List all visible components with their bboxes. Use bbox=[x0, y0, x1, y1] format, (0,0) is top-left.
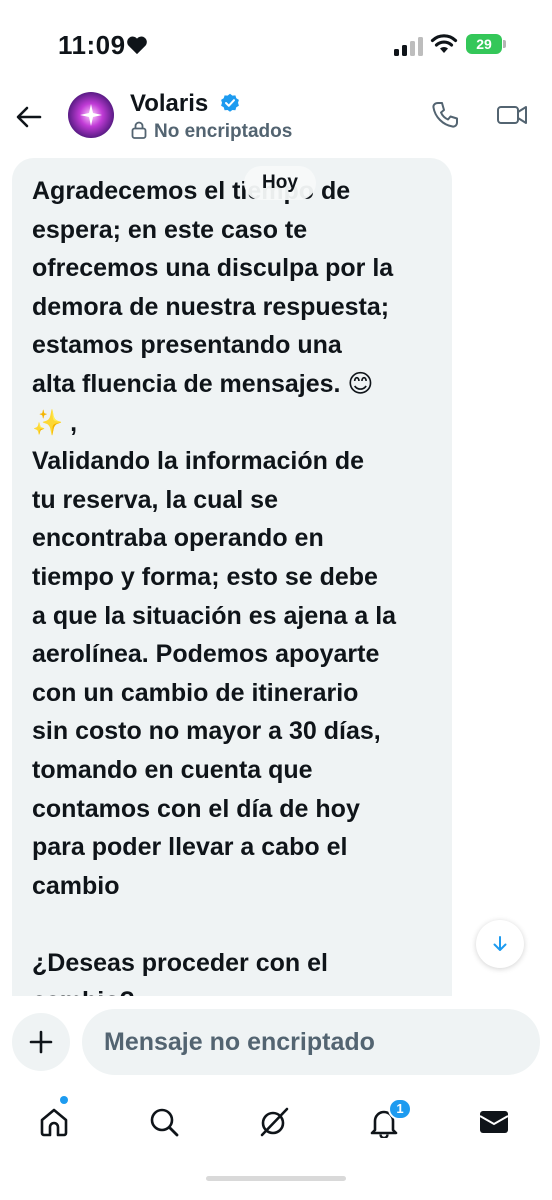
message-input[interactable] bbox=[82, 1009, 540, 1075]
search-icon bbox=[150, 1108, 179, 1137]
message-line: espera; en este caso te bbox=[32, 215, 308, 244]
message-line: sin costo no mayor a 30 días, bbox=[32, 717, 381, 746]
message-line: contamos con el día de hoy bbox=[32, 794, 360, 823]
video-camera-icon[interactable] bbox=[496, 100, 528, 130]
message-line: ofrecemos una disculpa por la bbox=[32, 254, 394, 283]
home-indicator bbox=[206, 1176, 346, 1181]
message-line: cambio? bbox=[32, 982, 434, 996]
status-time: 11:09 bbox=[58, 30, 126, 60]
back-arrow-icon[interactable] bbox=[14, 102, 44, 132]
conversation-header: Volaris No encriptados bbox=[0, 88, 552, 152]
message-line: a que la situación es ajena a la bbox=[32, 601, 397, 630]
message-line: con un cambio de itinerario bbox=[32, 678, 359, 707]
message-line: ✨ , bbox=[32, 408, 78, 437]
notifications-badge: 1 bbox=[388, 1098, 412, 1120]
message-line: encontraba operando en bbox=[32, 524, 324, 553]
wifi-icon bbox=[430, 34, 458, 53]
date-separator: Hoy bbox=[244, 166, 316, 200]
message-line: Agradecemos el tiempo de bbox=[32, 177, 351, 205]
message-line: demora de nuestra respuesta; bbox=[32, 292, 390, 321]
add-attachment-button[interactable] bbox=[12, 1013, 70, 1071]
message-line: tomando en cuenta que bbox=[32, 755, 313, 784]
grok-icon bbox=[260, 1107, 289, 1137]
nav-search[interactable] bbox=[142, 1100, 186, 1144]
envelope-icon bbox=[479, 1111, 509, 1133]
nav-grok[interactable] bbox=[252, 1100, 296, 1144]
status-bar: 11:09 29 bbox=[0, 0, 552, 88]
message-line: para poder llevar a cabo el bbox=[32, 833, 348, 862]
home-unread-dot bbox=[60, 1096, 68, 1104]
message-line: cambio bbox=[32, 871, 120, 900]
message-line: tu reserva, la cual se bbox=[32, 485, 278, 514]
message-composer bbox=[0, 1005, 552, 1081]
message-line: tiempo y forma; esto se debe bbox=[32, 562, 378, 591]
arrow-down-icon bbox=[493, 936, 507, 951]
heart-icon bbox=[127, 36, 147, 55]
battery-charging-icon: 29 bbox=[466, 34, 506, 54]
cellular-signal-icon bbox=[394, 37, 423, 56]
nav-home[interactable] bbox=[32, 1100, 76, 1144]
lock-icon bbox=[131, 121, 147, 139]
message-line: estamos presentando una bbox=[32, 331, 342, 360]
scroll-to-bottom-button[interactable] bbox=[476, 920, 524, 968]
nav-messages[interactable] bbox=[472, 1100, 516, 1144]
message-line: ¿Deseas proceder con el bbox=[32, 948, 328, 977]
message-line: aerolínea. Podemos apoyarte bbox=[32, 640, 380, 669]
phone-icon[interactable] bbox=[430, 100, 460, 130]
message-bubble[interactable]: Agradecemos el tiempo de espera; en este… bbox=[12, 158, 452, 996]
encryption-status: No encriptados bbox=[154, 121, 293, 142]
contact-name[interactable]: Volaris bbox=[130, 90, 208, 118]
verified-badge-icon bbox=[221, 93, 239, 112]
message-line: alta fluencia de mensajes. 😊 bbox=[32, 369, 374, 398]
plus-icon bbox=[29, 1030, 53, 1054]
bottom-navigation: 1 bbox=[0, 1090, 552, 1160]
chat-area[interactable]: Agradecemos el tiempo de espera; en este… bbox=[0, 158, 552, 996]
message-line: Validando la información de bbox=[32, 447, 365, 476]
avatar[interactable] bbox=[68, 92, 114, 138]
battery-percent: 29 bbox=[476, 36, 492, 52]
home-icon bbox=[40, 1108, 68, 1137]
sparkle-logo-icon bbox=[80, 104, 102, 126]
